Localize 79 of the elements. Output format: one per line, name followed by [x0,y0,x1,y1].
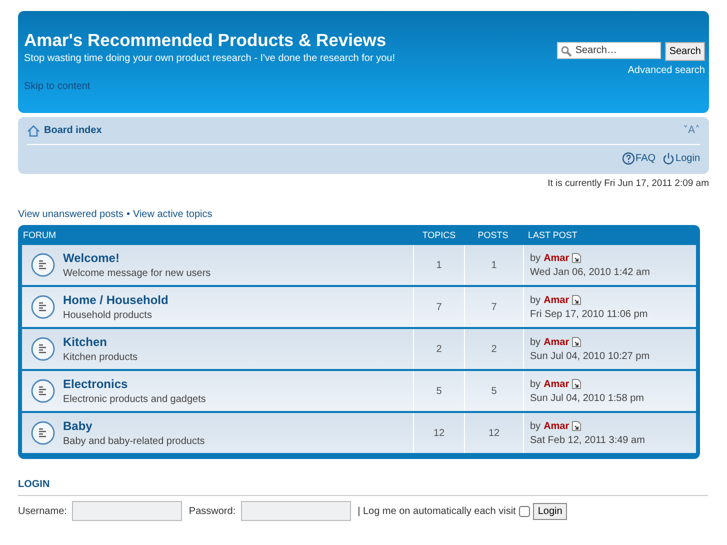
view-post-icon[interactable] [572,295,582,305]
forum-description: Baby and baby-related products [63,436,205,447]
topics-count: 12 [414,413,465,453]
posts-count: 2 [465,329,524,369]
username-field[interactable] [72,501,182,521]
forum-row[interactable]: Home / Household Household products 7 7 by Amar Fri Sep 17, 2010 11:06 pm [22,287,696,327]
board-index-link[interactable]: Board index [27,124,102,136]
site-tagline: Stop wasting time doing your own product research - I've done the research for you! [24,53,395,64]
forum-row[interactable]: Kitchen Kitchen products 2 2 by Amar Sun Jul 04, 2010 10:27 pm [22,329,696,369]
remember-label: | Log me on automatically each visit [358,506,516,516]
separator-dot: • [126,209,130,220]
posts-count: 7 [465,287,524,327]
author-link[interactable]: Amar [544,378,570,390]
forum-description: Welcome message for new users [63,268,211,279]
author-link[interactable]: Amar [544,336,570,348]
password-field[interactable] [240,501,351,521]
topics-count: 2 [414,329,465,369]
faq-link[interactable]: FAQ [622,152,656,165]
by-label: by [530,294,541,306]
last-post-date: Fri Sep 17, 2010 11:06 pm [530,308,649,320]
username-label: Username: [18,506,67,516]
author-link[interactable]: Amar [544,420,570,432]
document-icon [31,421,55,445]
topics-count: 5 [414,371,465,411]
view-post-icon[interactable] [572,253,582,263]
view-post-icon[interactable] [572,337,582,347]
forum-description: Kitchen products [63,352,138,363]
document-icon [31,295,55,319]
topics-count: 1 [414,245,465,285]
column-header: TOPICS [421,230,457,240]
topics-count: 7 [414,287,465,327]
quick-link[interactable]: View active topics [132,209,212,220]
help-icon [622,152,635,165]
posts-count: 1 [465,245,524,285]
last-post-date: Sat Feb 12, 2011 3:49 am [530,434,646,446]
login-link[interactable]: Login [662,152,700,165]
remember-checkbox[interactable] [518,506,530,516]
forum-description: Electronic products and gadgets [63,394,206,405]
last-post-date: Sun Jul 04, 2010 1:58 pm [530,392,645,404]
by-label: by [530,252,541,264]
password-label: Password: [188,506,236,516]
posts-count: 5 [465,371,524,411]
forum-row[interactable]: Electronics Electronic products and gadgets 5 5 by Amar Sun Jul 04, 2010 1:58 pm [22,371,696,411]
forum-row[interactable]: Baby Baby and baby-related products 12 12 by Amar Sat Feb 12, 2011 3:49 am [22,413,696,453]
by-label: by [530,420,541,432]
forum-title-link[interactable]: Home / Household [63,293,168,307]
current-time: It is currently Fri Jun 17, 2011 2:09 am [546,178,709,191]
document-icon [31,253,55,277]
forum-title-link[interactable]: Baby [63,419,92,433]
posts-count: 12 [465,413,524,453]
home-icon [27,124,40,136]
forum-title-link[interactable]: Kitchen [63,335,108,349]
search-field[interactable]: Search… [557,42,662,59]
view-post-icon[interactable] [572,379,582,389]
forum-title-link[interactable]: Welcome! [63,251,120,265]
last-post-date: Wed Jan 06, 2010 1:42 am [530,266,651,278]
last-post-date: Sun Jul 04, 2010 10:27 pm [530,350,651,362]
column-header: LAST POST [527,230,578,240]
quick-link[interactable]: View unanswered posts [18,209,124,220]
power-icon [662,152,675,165]
login-heading: LOGIN [18,479,708,496]
by-label: by [530,378,541,390]
forum-row[interactable]: Welcome! Welcome message for new users 1 1 by Amar Wed Jan 06, 2010 1:42 am [22,245,696,285]
author-link[interactable]: Amar [544,294,570,306]
author-link[interactable]: Amar [544,252,570,264]
search-button[interactable]: Search [665,42,705,61]
font-size-toggle[interactable]: ˅A˄ [683,125,700,136]
site-title: Amar's Recommended Products & Reviews [24,30,388,51]
column-header: POSTS [476,230,510,240]
column-header: FORUM [22,230,57,240]
document-icon [31,337,55,361]
view-post-icon[interactable] [572,421,582,431]
search-icon [561,46,572,57]
by-label: by [530,336,541,348]
forum-description: Household products [63,310,153,321]
advanced-search-link[interactable]: Advanced search [628,65,705,76]
login-button[interactable]: Login [532,502,568,520]
document-icon [31,379,55,403]
forum-title-link[interactable]: Electronics [63,377,128,391]
